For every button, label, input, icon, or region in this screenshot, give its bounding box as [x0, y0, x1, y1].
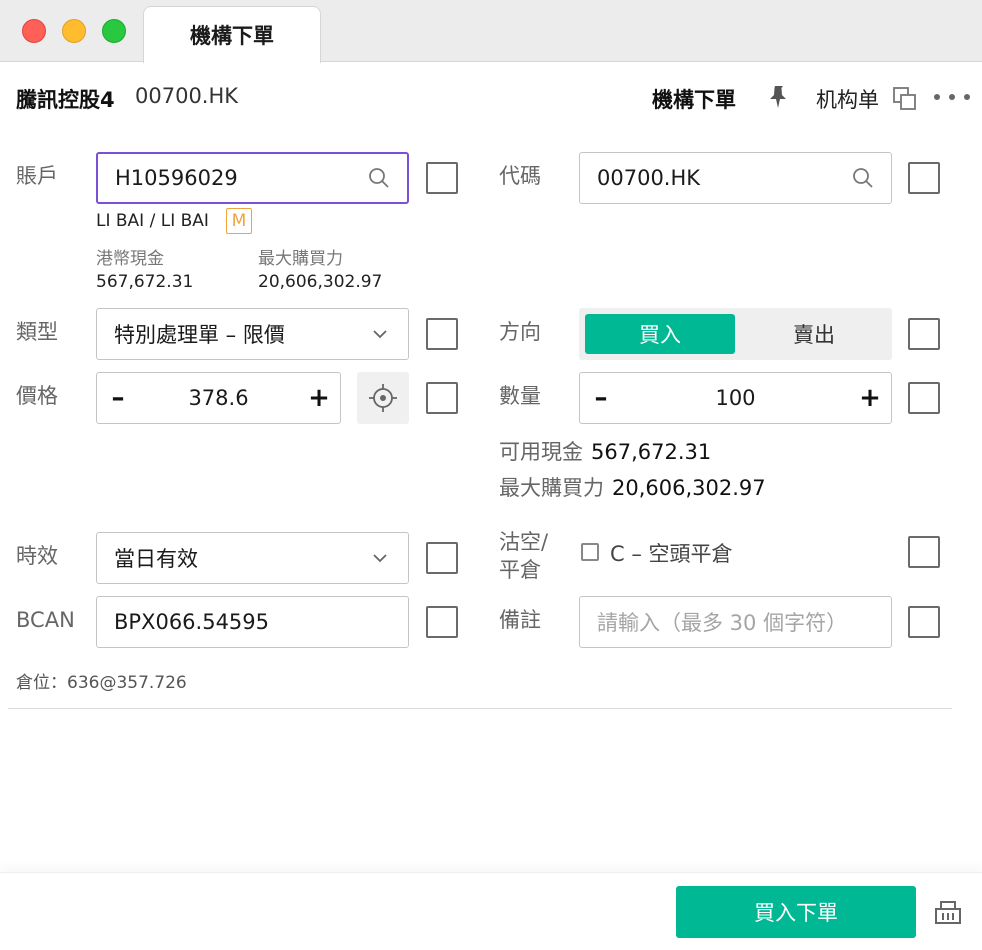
account-checkbox[interactable] [426, 162, 458, 194]
search-icon[interactable] [367, 166, 391, 190]
quantity-decrease-button[interactable]: – [580, 383, 622, 413]
quantity-stepper[interactable]: – 100 + [579, 372, 892, 424]
close-window-button[interactable] [22, 19, 46, 43]
buy-toggle-button[interactable]: 買入 [585, 314, 735, 354]
price-stepper[interactable]: – 378.6 + [96, 372, 341, 424]
price-decrease-button[interactable]: – [97, 383, 139, 413]
validity-value: 當日有效 [114, 547, 198, 571]
zoom-window-button[interactable] [102, 19, 126, 43]
bcan-label: BCAN [16, 608, 75, 632]
quantity-label: 數量 [499, 384, 541, 408]
code-value: 00700.HK [597, 166, 701, 190]
available-cash: 可用現金 567,672.31 [499, 436, 711, 466]
short-label-line2: 平倉 [499, 558, 541, 582]
code-input[interactable]: 00700.HK [579, 152, 892, 204]
hkd-cash-label: 港幣現金 [96, 249, 164, 269]
validity-label: 時效 [16, 544, 58, 568]
buy-order-button[interactable]: 買入下單 [676, 886, 916, 938]
direction-checkbox[interactable] [908, 318, 940, 350]
available-power-label: 最大購買力 [499, 476, 604, 500]
popout-icon[interactable] [892, 86, 918, 112]
price-label: 價格 [16, 384, 58, 408]
divider [8, 708, 952, 709]
crosshair-icon [369, 384, 397, 412]
price-locate-button[interactable] [357, 372, 409, 424]
tab-institutional-order[interactable]: 機構下單 [143, 6, 321, 63]
short-label-line1: 沽空/ [499, 530, 549, 554]
quantity-checkbox[interactable] [908, 382, 940, 414]
validity-checkbox[interactable] [426, 542, 458, 574]
basket-icon[interactable] [934, 897, 962, 925]
price-checkbox[interactable] [426, 382, 458, 414]
code-checkbox[interactable] [908, 162, 940, 194]
quantity-increase-button[interactable]: + [849, 383, 891, 413]
more-options-icon[interactable] [934, 94, 970, 102]
type-label: 類型 [16, 320, 58, 344]
bcan-checkbox[interactable] [426, 606, 458, 638]
search-icon[interactable] [851, 166, 875, 190]
code-label: 代碼 [499, 164, 541, 188]
account-value: H10596029 [115, 166, 238, 190]
price-value[interactable]: 378.6 [139, 386, 298, 410]
stock-code: 00700.HK [135, 84, 239, 108]
max-power-label: 最大購買力 [258, 249, 343, 269]
pin-icon[interactable] [766, 84, 790, 110]
direction-label: 方向 [499, 320, 541, 344]
panel-title: 機構下單 [652, 88, 736, 112]
chevron-down-icon [373, 330, 387, 339]
price-increase-button[interactable]: + [298, 383, 340, 413]
order-type-select[interactable]: 特別處理單 – 限價 [96, 308, 409, 360]
validity-select[interactable]: 當日有效 [96, 532, 409, 584]
type-checkbox[interactable] [426, 318, 458, 350]
hkd-cash-value: 567,672.31 [96, 272, 194, 292]
short-close-checkbox[interactable] [581, 543, 599, 561]
stock-name: 騰訊控股4 [16, 88, 115, 112]
available-cash-value: 567,672.31 [591, 440, 712, 464]
bcan-value: BPX066.54595 [114, 610, 270, 634]
remark-placeholder: 請輸入（最多 30 個字符） [597, 611, 848, 635]
minimize-window-button[interactable] [62, 19, 86, 43]
account-label: 賬戶 [16, 164, 58, 188]
margin-badge: M [226, 208, 252, 234]
quantity-value[interactable]: 100 [622, 386, 849, 410]
short-close-option[interactable]: C – 空頭平倉 [610, 538, 733, 568]
title-bar: 機構下單 [0, 0, 982, 63]
account-holder: LI BAI / LI BAI [96, 211, 209, 231]
max-power-value: 20,606,302.97 [258, 272, 383, 292]
order-type-value: 特別處理單 – 限價 [114, 323, 285, 347]
remark-input[interactable]: 請輸入（最多 30 個字符） [579, 596, 892, 648]
chevron-down-icon [373, 554, 387, 563]
institutional-order-link[interactable]: 机构单 [816, 84, 879, 114]
available-power-value: 20,606,302.97 [612, 476, 766, 500]
remark-checkbox[interactable] [908, 606, 940, 638]
position-info: 倉位：636@357.726 [16, 673, 187, 693]
sell-toggle-button[interactable]: 賣出 [739, 314, 889, 354]
remark-label: 備註 [499, 608, 541, 632]
available-power: 最大購買力 20,606,302.97 [499, 472, 766, 502]
available-cash-label: 可用現金 [499, 440, 583, 464]
account-input[interactable]: H10596029 [96, 152, 409, 204]
bcan-input[interactable]: BPX066.54595 [96, 596, 409, 648]
short-checkbox[interactable] [908, 536, 940, 568]
direction-toggle: 買入 賣出 [579, 308, 892, 360]
